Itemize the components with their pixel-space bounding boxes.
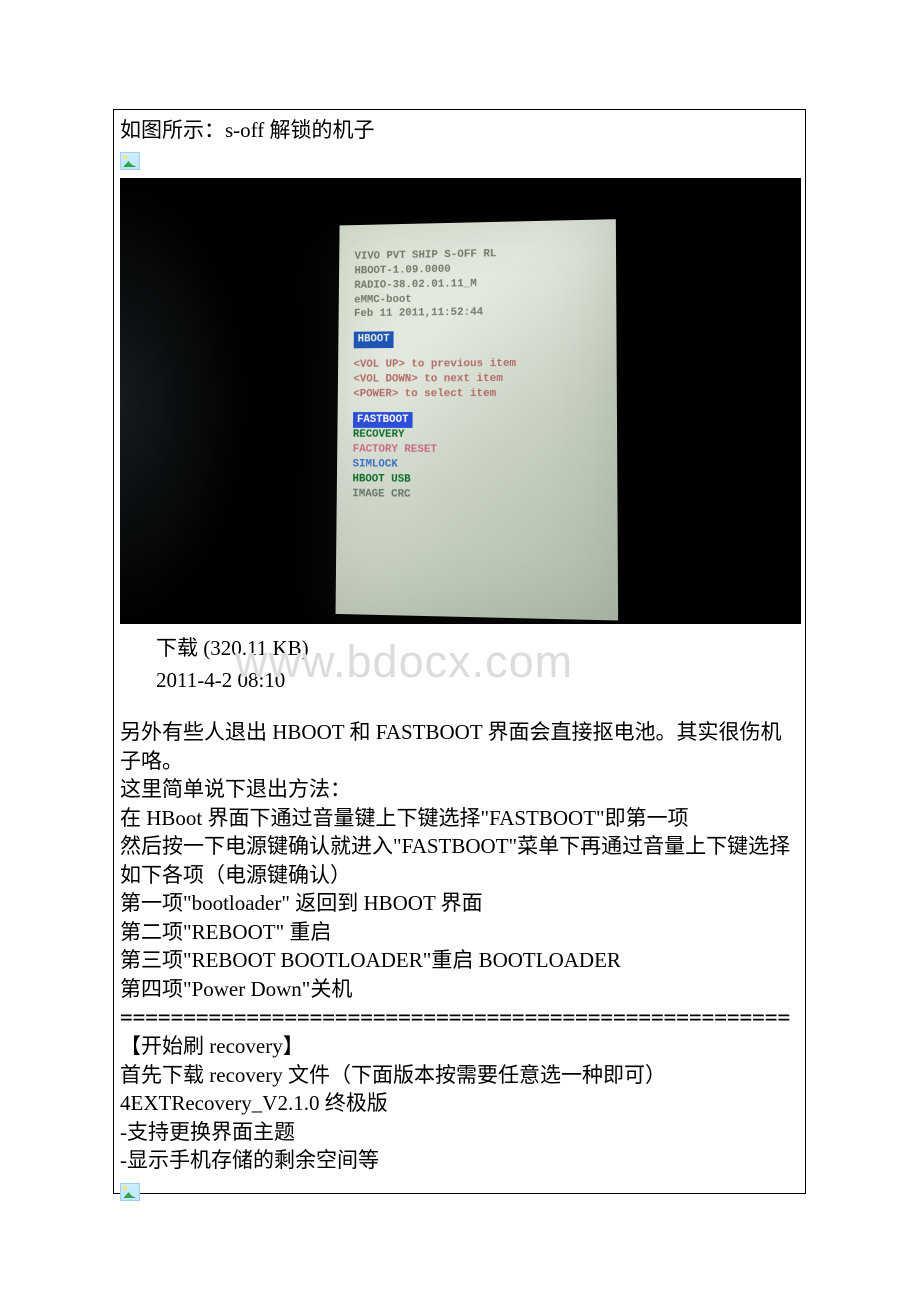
paragraph: -支持更换界面主题 (120, 1118, 799, 1147)
article-body: 另外有些人退出 HBOOT 和 FASTBOOT 界面会直接抠电池。其实很伤机子… (120, 718, 799, 1203)
paragraph: 第四项"Power Down"关机 (120, 975, 799, 1004)
download-link[interactable]: 下载 (320.11 KB) (156, 632, 799, 662)
phone-photo: VIVO PVT SHIP S-OFF RL HBOOT-1.09.0000 R… (120, 178, 801, 624)
menu-simlock: SIMLOCK (353, 458, 601, 474)
intro-text: 如图所示：s-off 解锁的机子 (120, 114, 799, 144)
document-page: 如图所示：s-off 解锁的机子 VIVO PVT SHIP S-OFF RL … (113, 109, 806, 1194)
divider: ========================================… (120, 1003, 799, 1032)
paragraph: 然后按一下电源键确认就进入"FASTBOOT"菜单下再通过音量上下键选择如下各项… (120, 832, 799, 889)
upload-date: 2011-4-2 08:10 (156, 668, 799, 693)
menu-recovery: RECOVERY (353, 428, 601, 443)
section-heading: 【开始刷 recovery】 (120, 1032, 799, 1061)
hboot-badge: HBOOT (354, 332, 394, 349)
paragraph: -显示手机存储的剩余空间等 (120, 1146, 799, 1175)
paragraph: 第一项"bootloader" 返回到 HBOOT 界面 (120, 889, 799, 918)
broken-image-icon (120, 1183, 140, 1201)
bootloader-hint: <POWER> to select item (353, 386, 600, 401)
paragraph: 这里简单说下退出方法： (120, 775, 799, 804)
menu-image-crc: IMAGE CRC (352, 487, 601, 504)
paragraph: 4EXTRecovery_V2.1.0 终极版 (120, 1089, 799, 1118)
paragraph: 在 HBoot 界面下通过音量键上下键选择"FASTBOOT"即第一项 (120, 804, 799, 833)
bootloader-hint: <VOL DOWN> to next item (353, 371, 600, 387)
bootloader-hint: <VOL UP> to previous item (353, 356, 600, 372)
phone-screen: VIVO PVT SHIP S-OFF RL HBOOT-1.09.0000 R… (336, 219, 619, 620)
content-area: 如图所示：s-off 解锁的机子 VIVO PVT SHIP S-OFF RL … (114, 110, 805, 1207)
menu-fastboot: FASTBOOT (353, 412, 413, 429)
paragraph: 第三项"REBOOT BOOTLOADER"重启 BOOTLOADER (120, 946, 799, 975)
menu-factory-reset: FACTORY RESET (353, 443, 601, 459)
paragraph: 首先下载 recovery 文件（下面版本按需要任意选一种即可） (120, 1061, 799, 1090)
caption-block: www.bdocx.com 下载 (320.11 KB) 2011-4-2 08… (120, 624, 799, 700)
paragraph: 另外有些人退出 HBOOT 和 FASTBOOT 界面会直接抠电池。其实很伤机子… (120, 718, 799, 775)
paragraph: 第二项"REBOOT" 重启 (120, 918, 799, 947)
broken-image-icon (120, 152, 140, 170)
